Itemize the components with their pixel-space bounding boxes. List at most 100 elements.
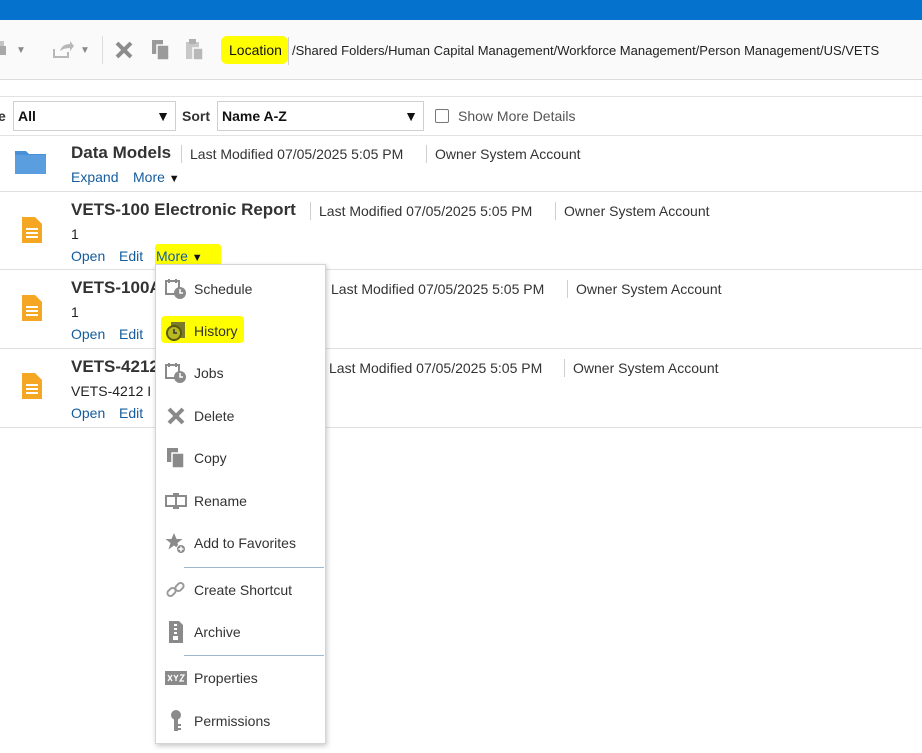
chevron-down-icon: ▼: [168, 173, 180, 185]
item-title[interactable]: Data Models: [71, 143, 171, 163]
history-icon: [165, 320, 187, 342]
location-path[interactable]: /Shared Folders/Human Capital Management…: [288, 37, 922, 65]
list-item: VETS-100A Last Modified 07/05/2025 5:05 …: [0, 270, 922, 349]
chevron-down-icon: ▼: [191, 252, 203, 264]
menu-item-label: Rename: [194, 493, 247, 509]
edit-link[interactable]: Edit: [119, 248, 143, 264]
open-link[interactable]: Open: [71, 326, 105, 342]
report-icon: [22, 295, 42, 321]
list-item: Data Models Last Modified 07/05/2025 5:0…: [0, 136, 922, 192]
top-banner: [0, 0, 922, 20]
archive-icon: [165, 621, 187, 643]
more-link[interactable]: More ▼: [156, 248, 203, 264]
copy-icon: [152, 40, 170, 61]
shortcut-icon: [165, 579, 187, 601]
print-button[interactable]: ▼: [0, 38, 26, 62]
item-last-modified: Last Modified 07/05/2025 5:05 PM: [181, 145, 403, 163]
delete-icon: [165, 405, 187, 427]
sort-value: Name A-Z: [222, 108, 287, 124]
menu-item-delete[interactable]: Delete: [156, 397, 326, 435]
location-label: Location: [221, 36, 288, 64]
menu-item-label: Permissions: [194, 713, 271, 729]
more-link[interactable]: More ▼: [133, 169, 180, 185]
menu-item-properties[interactable]: Properties: [156, 659, 326, 697]
type-filter-label: e: [0, 108, 6, 124]
toolbar: ▼ ▼ Location /Shared Folders/Human Capit…: [0, 20, 922, 80]
menu-item-label: Schedule: [194, 281, 253, 297]
item-title[interactable]: VETS-100 Electronic Report: [71, 200, 296, 220]
menu-item-archive[interactable]: Archive: [156, 613, 326, 651]
paste-button[interactable]: [185, 38, 205, 62]
show-more-details-label[interactable]: Show More Details: [458, 108, 576, 124]
menu-item-label: Copy: [194, 450, 227, 466]
share-button[interactable]: ▼: [52, 38, 90, 62]
item-description: VETS-4212 I: [71, 383, 152, 399]
copy-icon: [165, 447, 187, 469]
report-icon: [22, 373, 42, 399]
jobs-icon: [165, 362, 187, 384]
open-link[interactable]: Open: [71, 248, 105, 264]
share-icon: [53, 41, 74, 58]
item-title[interactable]: VETS-100A: [71, 278, 162, 298]
sort-label: Sort: [182, 108, 210, 124]
item-owner: Owner System Account: [567, 280, 722, 298]
type-filter-select[interactable]: All ▼: [13, 101, 176, 131]
chevron-down-icon: ▼: [156, 108, 170, 124]
menu-item-label: Create Shortcut: [194, 582, 293, 598]
favorites-icon: [165, 532, 187, 554]
delete-button[interactable]: [114, 38, 134, 62]
menu-item-create-shortcut[interactable]: Create Shortcut: [156, 571, 326, 609]
permissions-icon: [165, 710, 187, 732]
menu-item-label: Properties: [194, 670, 258, 686]
open-link[interactable]: Open: [71, 405, 105, 421]
chevron-down-icon: ▼: [80, 44, 90, 56]
item-owner: Owner System Account: [564, 359, 719, 377]
print-icon: [0, 41, 6, 55]
sort-select[interactable]: Name A-Z ▼: [217, 101, 424, 131]
more-link-label: More: [133, 169, 165, 185]
item-last-modified: Last Modified 07/05/2025 5:05 PM: [310, 202, 532, 220]
show-more-details-checkbox[interactable]: [435, 109, 449, 123]
more-link-label: More: [156, 248, 188, 264]
menu-item-permissions[interactable]: Permissions: [156, 702, 326, 740]
edit-link[interactable]: Edit: [119, 326, 143, 342]
menu-divider: [184, 567, 324, 568]
report-icon: [22, 217, 42, 243]
menu-item-label: History: [194, 323, 238, 339]
paste-icon: [186, 39, 204, 61]
item-owner: Owner System Account: [426, 145, 581, 163]
chevron-down-icon: ▼: [16, 44, 26, 56]
item-last-modified: Last Modified 07/05/2025 5:05 PM: [320, 359, 542, 377]
menu-item-label: Add to Favorites: [194, 535, 296, 551]
expand-link[interactable]: Expand: [71, 169, 118, 185]
item-owner: Owner System Account: [555, 202, 710, 220]
list-item: VETS-100 Electronic Report Last Modified…: [0, 192, 922, 270]
edit-link[interactable]: Edit: [119, 405, 143, 421]
menu-divider: [184, 655, 324, 656]
menu-item-label: Archive: [194, 624, 241, 640]
rename-icon: [165, 490, 187, 512]
item-last-modified: Last Modified 07/05/2025 5:05 PM: [322, 280, 544, 298]
type-filter-value: All: [18, 108, 36, 124]
delete-icon: [115, 41, 133, 59]
properties-icon: [165, 667, 187, 689]
menu-item-history[interactable]: History: [156, 312, 326, 350]
menu-item-add-to-favorites[interactable]: Add to Favorites: [156, 524, 326, 562]
schedule-icon: [165, 278, 187, 300]
menu-item-rename[interactable]: Rename: [156, 482, 326, 520]
menu-item-label: Delete: [194, 408, 235, 424]
item-description: 1: [71, 304, 79, 320]
chevron-down-icon: ▼: [404, 108, 418, 124]
more-context-menu: Schedule History Jobs Delete Copy Rename: [155, 264, 326, 744]
menu-item-schedule[interactable]: Schedule: [156, 270, 326, 308]
item-description: 1: [71, 226, 79, 242]
filter-bar: e All ▼ Sort Name A-Z ▼ Show More Detail…: [0, 96, 922, 136]
menu-item-copy[interactable]: Copy: [156, 439, 326, 477]
list-item: VETS-4212 Last Modified 07/05/2025 5:05 …: [0, 349, 922, 428]
menu-item-jobs[interactable]: Jobs: [156, 354, 326, 392]
copy-button[interactable]: [151, 38, 171, 62]
folder-icon: [15, 151, 46, 174]
item-title[interactable]: VETS-4212: [71, 357, 159, 377]
toolbar-divider: [102, 36, 103, 64]
menu-item-label: Jobs: [194, 365, 224, 381]
